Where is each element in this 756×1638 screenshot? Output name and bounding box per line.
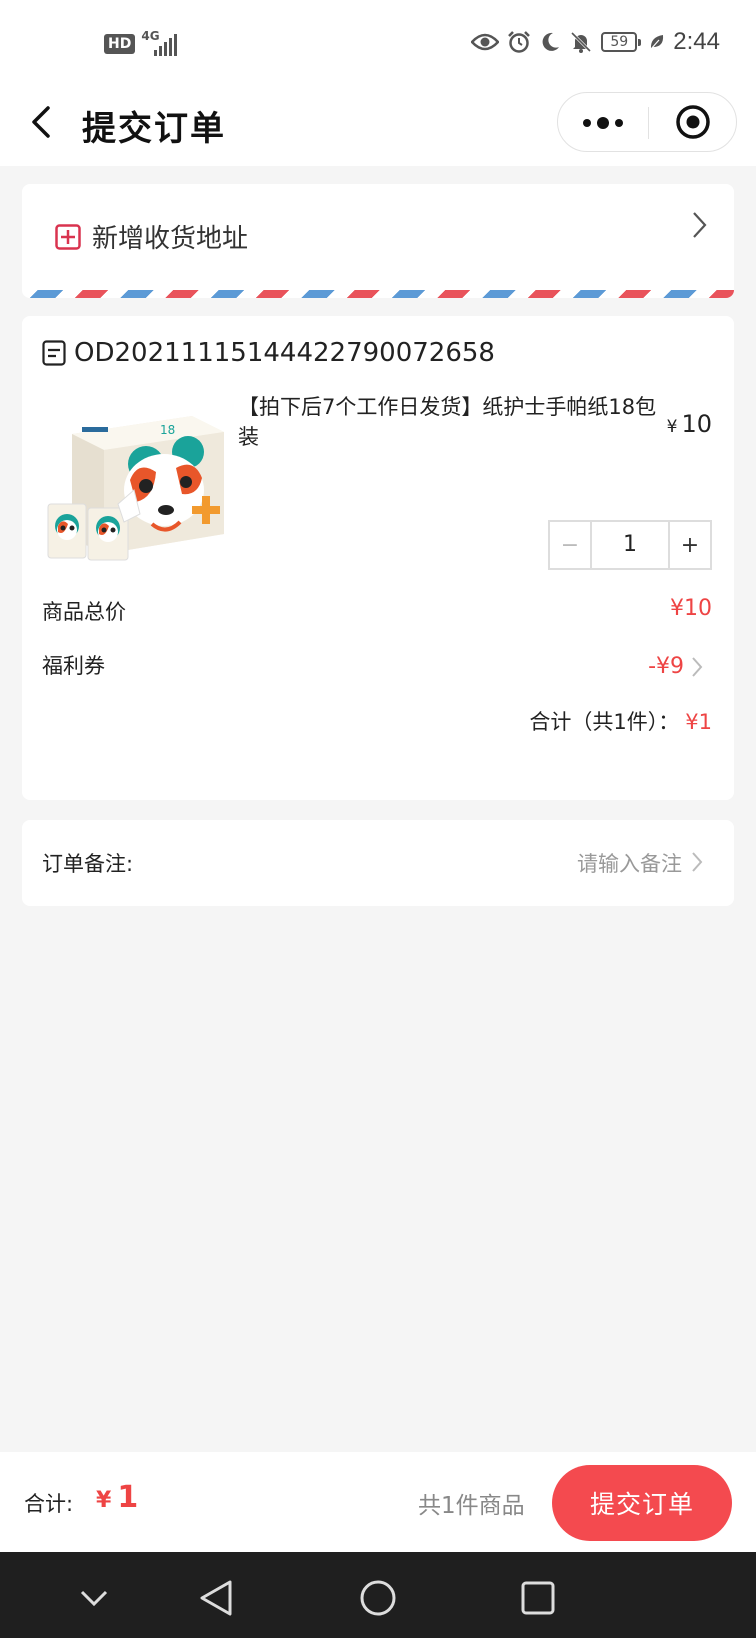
bottom-total-amount: ¥1 bbox=[96, 1480, 138, 1515]
alarm-icon bbox=[507, 30, 531, 54]
bottom-total-label: 合计: bbox=[24, 1492, 74, 1516]
status-right: 59 2:44 bbox=[471, 28, 720, 56]
chevron-right-icon bbox=[693, 212, 707, 238]
quantity-value[interactable]: 1 bbox=[592, 522, 668, 568]
signal-bars bbox=[154, 32, 178, 56]
system-navigation-bar bbox=[0, 1552, 756, 1638]
coupon-value: -¥9 bbox=[648, 654, 684, 679]
subtotal-value: ¥10 bbox=[670, 596, 712, 621]
order-total-line: 合计（共1件）： ¥1 bbox=[529, 706, 712, 736]
product-price: ¥10 bbox=[667, 410, 712, 438]
decrease-quantity-button[interactable]: − bbox=[550, 522, 592, 568]
add-address-label: 新增收货地址 bbox=[92, 224, 249, 254]
mini-program-capsule bbox=[557, 92, 737, 152]
chevron-left-icon bbox=[32, 106, 50, 138]
bottom-action-bar: 合计: ¥1 共1件商品 提交订单 bbox=[0, 1452, 756, 1552]
increase-quantity-button[interactable]: + bbox=[668, 522, 710, 568]
order-document-icon bbox=[42, 340, 66, 366]
system-back-button[interactable] bbox=[188, 1570, 244, 1626]
leaf-icon bbox=[649, 33, 665, 51]
chevron-down-icon bbox=[80, 1590, 108, 1607]
circle-home-icon bbox=[360, 1580, 396, 1616]
chevron-right-icon bbox=[692, 852, 703, 872]
status-left: HD 4G bbox=[104, 30, 179, 58]
battery-icon: 59 bbox=[601, 32, 642, 52]
product-image[interactable]: 18 bbox=[42, 394, 242, 574]
page-title: 提交订单 bbox=[82, 109, 226, 149]
order-card: OD20211115144422790072658 18 【拍下后7个工作日发货… bbox=[22, 316, 734, 800]
chevron-right-icon bbox=[692, 656, 703, 677]
eye-icon bbox=[471, 32, 500, 52]
triangle-back-icon bbox=[200, 1580, 232, 1616]
signal-icon: 4G bbox=[141, 30, 179, 58]
nav-bar: 提交订单 bbox=[0, 80, 756, 166]
submit-order-button[interactable]: 提交订单 bbox=[552, 1465, 732, 1541]
order-number: OD20211115144422790072658 bbox=[74, 338, 495, 368]
svg-text:18: 18 bbox=[160, 423, 175, 437]
bell-off-icon bbox=[569, 30, 593, 54]
back-button[interactable] bbox=[26, 100, 60, 144]
hd-badge: HD bbox=[104, 34, 136, 54]
bottom-amount-value: 1 bbox=[117, 1480, 139, 1515]
more-button[interactable] bbox=[558, 93, 648, 153]
target-circle-icon bbox=[676, 105, 710, 139]
plus-square-icon bbox=[55, 224, 81, 250]
order-total-label: 合计（共1件）： bbox=[529, 710, 680, 734]
coupon-selector[interactable]: -¥9 bbox=[648, 654, 704, 679]
coupon-label: 福利券 bbox=[42, 654, 105, 678]
moon-icon bbox=[539, 31, 561, 53]
system-recents-button[interactable] bbox=[510, 1570, 566, 1626]
remark-input[interactable]: 请输入备注 bbox=[577, 848, 682, 878]
order-total-value: ¥1 bbox=[685, 710, 712, 734]
close-mini-program-button[interactable] bbox=[649, 93, 737, 151]
item-count: 共1件商品 bbox=[418, 1493, 525, 1519]
price-currency: ¥ bbox=[666, 417, 678, 437]
system-home-button[interactable] bbox=[350, 1570, 406, 1626]
bottom-currency: ¥ bbox=[96, 1488, 112, 1513]
add-address-card[interactable]: 新增收货地址 bbox=[22, 184, 734, 298]
clock-time: 2:44 bbox=[673, 28, 720, 55]
quantity-stepper: − 1 + bbox=[548, 520, 712, 570]
product-title[interactable]: 【拍下后7个工作日发货】纸护士手帕纸18包装 bbox=[238, 392, 662, 452]
more-dots-icon bbox=[583, 119, 591, 127]
status-bar: HD 4G 59 2:44 bbox=[0, 0, 756, 80]
subtotal-label: 商品总价 bbox=[42, 600, 126, 624]
square-recents-icon bbox=[521, 1581, 555, 1615]
price-value: 10 bbox=[681, 410, 712, 438]
order-remark-card[interactable]: 订单备注: 请输入备注 bbox=[22, 820, 734, 906]
order-number-row: OD20211115144422790072658 bbox=[42, 338, 495, 368]
airmail-border bbox=[22, 290, 734, 298]
remark-label: 订单备注: bbox=[42, 852, 134, 876]
hide-nav-button[interactable] bbox=[66, 1570, 122, 1626]
